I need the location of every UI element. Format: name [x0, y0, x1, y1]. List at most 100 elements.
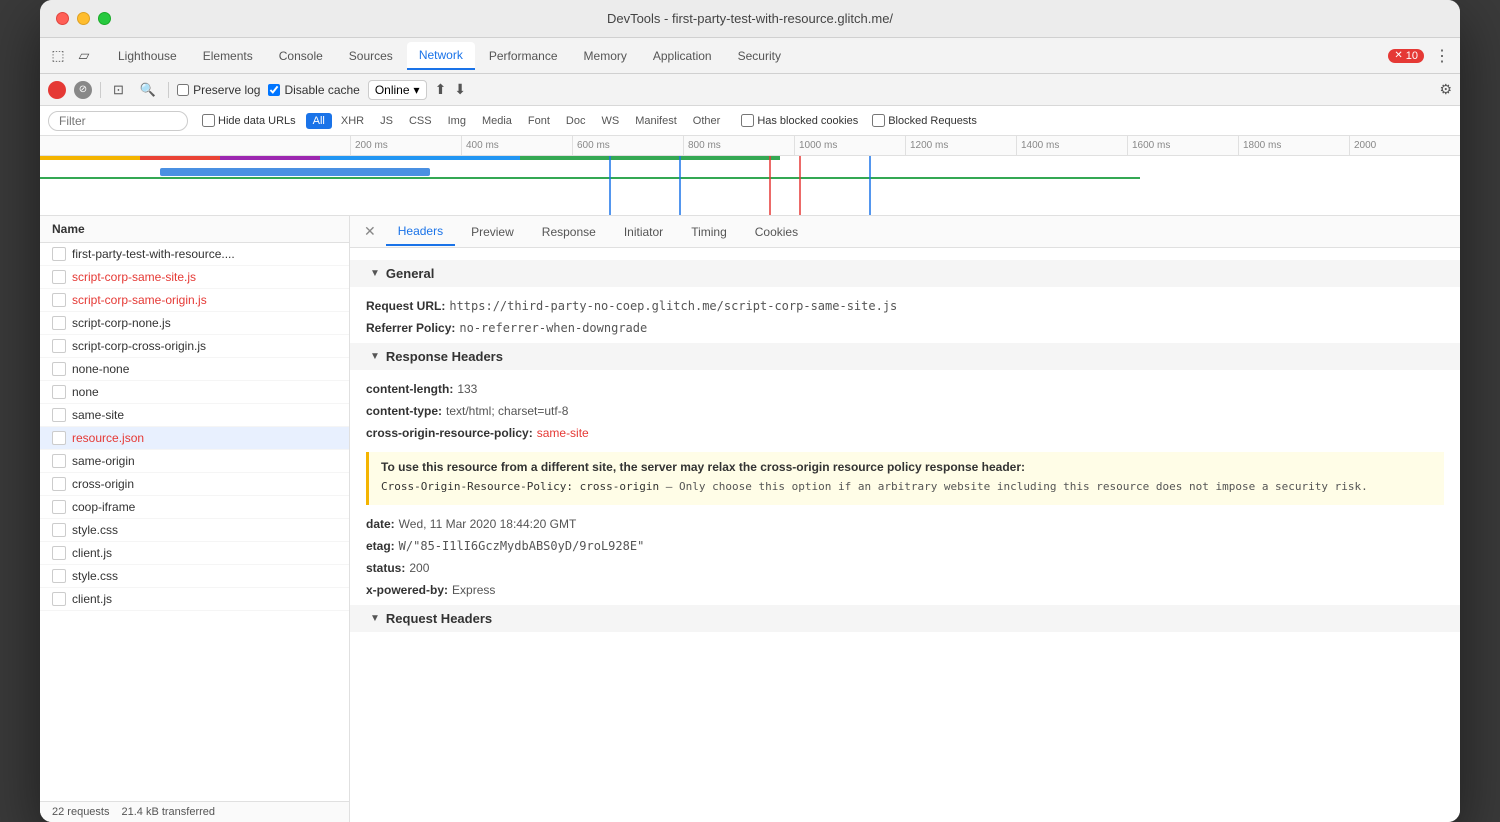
list-item[interactable]: same-site [40, 404, 349, 427]
filter-all[interactable]: All [306, 113, 332, 129]
tab-performance[interactable]: Performance [477, 43, 570, 69]
mark-200: 200 ms [350, 136, 461, 155]
file-name: client.js [72, 546, 341, 560]
triangle-icon: ▼ [370, 351, 380, 362]
has-blocked-cookies-label[interactable]: Has blocked cookies [741, 114, 858, 127]
response-headers-section-header[interactable]: ▼ Response Headers [350, 343, 1460, 370]
record-button[interactable] [48, 81, 66, 99]
list-item[interactable]: none-none [40, 358, 349, 381]
filter-doc[interactable]: Doc [559, 113, 593, 129]
disable-cache-checkbox[interactable] [268, 84, 280, 96]
tab-response[interactable]: Response [530, 219, 608, 245]
has-blocked-cookies-checkbox[interactable] [741, 114, 754, 127]
stop-button[interactable]: ⊘ [74, 81, 92, 99]
tab-initiator[interactable]: Initiator [612, 219, 675, 245]
tab-cookies[interactable]: Cookies [743, 219, 810, 245]
mark-1600: 1600 ms [1127, 136, 1238, 155]
filter-font[interactable]: Font [521, 113, 557, 129]
cursor-icon[interactable]: ⬚ [48, 46, 68, 66]
request-url-value[interactable]: https://third-party-no-coep.glitch.me/sc… [449, 299, 897, 313]
list-item[interactable]: script-corp-cross-origin.js [40, 335, 349, 358]
mark-1800: 1800 ms [1238, 136, 1349, 155]
tab-preview[interactable]: Preview [459, 219, 526, 245]
date-key: date: [366, 517, 395, 531]
list-item[interactable]: script-corp-none.js [40, 312, 349, 335]
error-icon: ✕ [1394, 50, 1402, 61]
network-toolbar: ⊘ ⊡ 🔍 Preserve log Disable cache Online … [40, 74, 1460, 106]
filter-ws[interactable]: WS [594, 113, 626, 129]
tab-memory[interactable]: Memory [572, 43, 639, 69]
tab-timing[interactable]: Timing [679, 219, 739, 245]
filter-icon[interactable]: ⊡ [109, 80, 128, 100]
list-item[interactable]: client.js [40, 588, 349, 611]
list-item[interactable]: first-party-test-with-resource.... [40, 243, 349, 266]
file-name: style.css [72, 569, 341, 583]
list-item[interactable]: client.js [40, 542, 349, 565]
tab-headers[interactable]: Headers [386, 218, 455, 246]
list-item[interactable]: coop-iframe [40, 496, 349, 519]
hide-data-urls-label[interactable]: Hide data URLs [202, 114, 296, 127]
maximize-button[interactable] [98, 12, 111, 25]
filter-other[interactable]: Other [686, 113, 728, 129]
filter-media[interactable]: Media [475, 113, 519, 129]
minimize-button[interactable] [77, 12, 90, 25]
tab-sources[interactable]: Sources [337, 43, 405, 69]
list-item-selected[interactable]: resource.json [40, 427, 349, 450]
filter-css[interactable]: CSS [402, 113, 439, 129]
error-count: 10 [1406, 50, 1418, 62]
filter-js[interactable]: JS [373, 113, 400, 129]
filter-bar: Hide data URLs All XHR JS CSS Img Media … [40, 106, 1460, 136]
mark-1400: 1400 ms [1016, 136, 1127, 155]
list-item[interactable]: same-origin [40, 450, 349, 473]
list-item[interactable]: style.css [40, 519, 349, 542]
tab-bar-right: ✕ 10 ⋮ [1388, 46, 1452, 66]
file-icon [52, 362, 66, 376]
filter-manifest[interactable]: Manifest [628, 113, 684, 129]
referrer-policy-row: Referrer Policy: no-referrer-when-downgr… [366, 317, 1444, 339]
preserve-log-label[interactable]: Preserve log [177, 83, 260, 97]
etag-key: etag: [366, 539, 395, 553]
etag-row: etag: W/"85-I1lI6GczMydbABS0yD/9roL928E" [366, 535, 1444, 557]
mark-800: 800 ms [683, 136, 794, 155]
blocked-requests-checkbox[interactable] [872, 114, 885, 127]
settings-icon[interactable]: ⚙ [1439, 81, 1452, 98]
mark-400: 400 ms [461, 136, 572, 155]
filter-img[interactable]: Img [441, 113, 473, 129]
file-icon [52, 592, 66, 606]
file-list: Name first-party-test-with-resource.... … [40, 216, 350, 822]
blocked-requests-label[interactable]: Blocked Requests [872, 114, 977, 127]
tab-network[interactable]: Network [407, 42, 475, 70]
list-item[interactable]: script-corp-same-origin.js [40, 289, 349, 312]
file-name: same-origin [72, 454, 341, 468]
mobile-icon[interactable]: ▱ [74, 46, 94, 66]
file-name: coop-iframe [72, 500, 341, 514]
hide-data-urls-checkbox[interactable] [202, 114, 215, 127]
general-section-header[interactable]: ▼ General [350, 260, 1460, 287]
list-item[interactable]: cross-origin [40, 473, 349, 496]
filter-input[interactable] [48, 111, 188, 131]
close-button[interactable] [56, 12, 69, 25]
upload-icon[interactable]: ⬆ [435, 81, 447, 98]
close-detail-button[interactable]: ✕ [358, 221, 382, 242]
disable-cache-label[interactable]: Disable cache [268, 83, 359, 97]
file-list-header: Name [40, 216, 349, 243]
tab-lighthouse[interactable]: Lighthouse [106, 43, 189, 69]
content-type-key: content-type: [366, 404, 442, 418]
tab-console[interactable]: Console [267, 43, 335, 69]
request-headers-section-header[interactable]: ▼ Request Headers [350, 605, 1460, 632]
tab-application[interactable]: Application [641, 43, 724, 69]
list-item[interactable]: none [40, 381, 349, 404]
preserve-log-checkbox[interactable] [177, 84, 189, 96]
more-menu-icon[interactable]: ⋮ [1432, 46, 1452, 66]
error-badge[interactable]: ✕ 10 [1388, 49, 1424, 63]
file-name: none-none [72, 362, 341, 376]
throttle-select[interactable]: Online ▾ [368, 80, 427, 100]
list-item[interactable]: style.css [40, 565, 349, 588]
list-item[interactable]: script-corp-same-site.js [40, 266, 349, 289]
tab-elements[interactable]: Elements [191, 43, 265, 69]
download-icon[interactable]: ⬇ [454, 81, 466, 98]
filter-xhr[interactable]: XHR [334, 113, 371, 129]
search-icon[interactable]: 🔍 [136, 80, 160, 100]
timeline-content[interactable] [40, 156, 1460, 216]
tab-security[interactable]: Security [726, 43, 793, 69]
